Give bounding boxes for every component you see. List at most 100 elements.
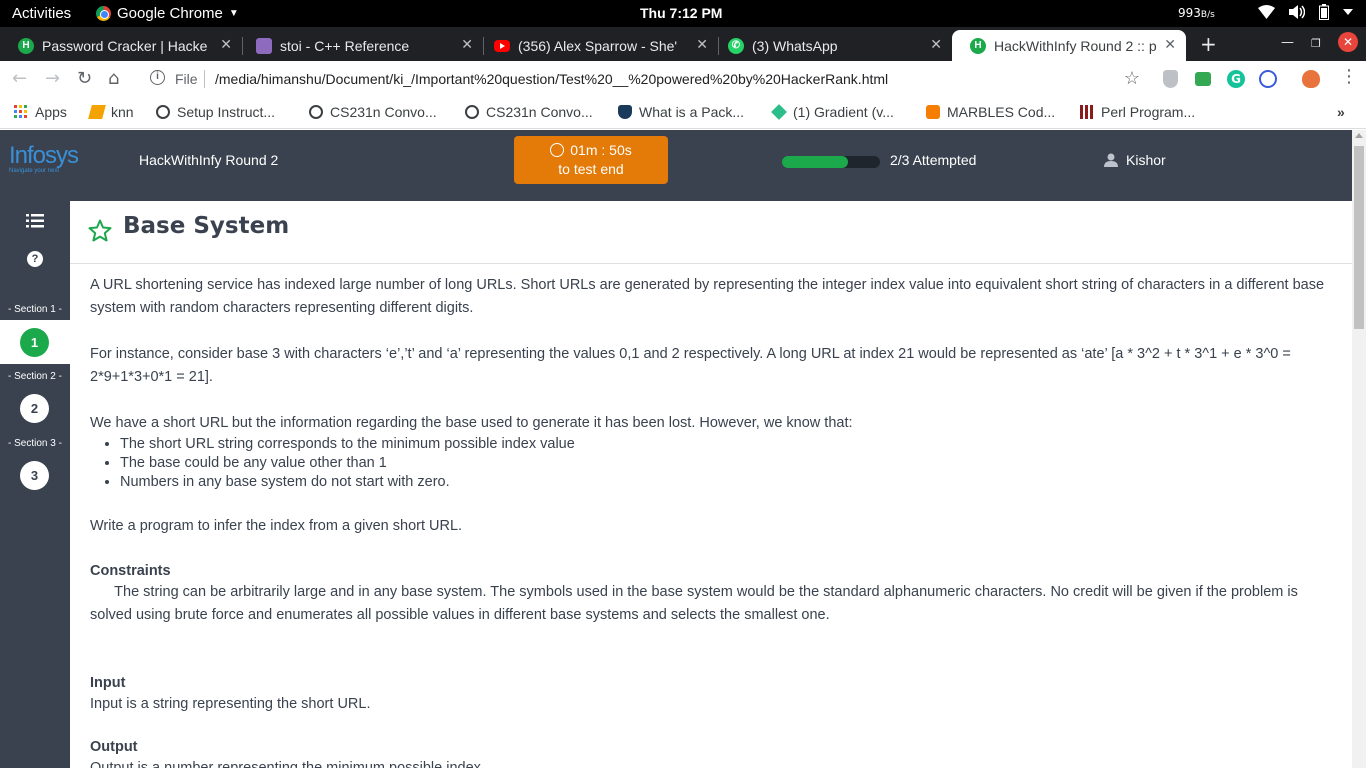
bookmark-star-icon[interactable]: ☆ — [1124, 68, 1140, 89]
assumption-list: The short URL string corresponds to the … — [120, 435, 1335, 492]
app-menu[interactable]: Google Chrome ▼ — [96, 5, 239, 22]
test-title: HackWithInfy Round 2 — [139, 152, 279, 168]
more-bookmarks-chevron-icon[interactable]: » — [1337, 104, 1345, 120]
close-window-button[interactable]: ✕ — [1338, 32, 1358, 52]
input-heading: Input — [90, 675, 126, 691]
tab-password-cracker[interactable]: H Password Cracker | Hacke ✕ — [0, 30, 242, 61]
power-menu-caret-icon — [1343, 9, 1353, 15]
tab-title: (356) Alex Sparrow - She' — [518, 37, 678, 54]
progress-fill — [782, 156, 848, 168]
cplusplus-favicon-icon — [256, 37, 272, 54]
tab-strip: H Password Cracker | Hacke ✕ stoi - C++ … — [0, 27, 1366, 61]
constraints-heading: Constraints — [90, 563, 171, 579]
url-text[interactable]: /media/himanshu/Document/ki_/Important%2… — [215, 71, 888, 87]
bookmark-label: What is a Pack... — [639, 104, 745, 120]
circle-extension-icon[interactable] — [1259, 70, 1277, 88]
section-2-button[interactable]: 2 — [20, 394, 49, 423]
bookmark-star-icon[interactable] — [88, 219, 112, 242]
constraints-text: The string can be arbitrarily large and … — [90, 584, 1302, 623]
section-1-item[interactable]: 1 — [0, 320, 70, 364]
bookmarks-bar: Apps knn Setup Instruct... CS231n Convo.… — [0, 97, 1366, 129]
tab-title: Password Cracker | Hacke — [42, 37, 208, 54]
minimize-window-button[interactable]: — — [1281, 35, 1294, 50]
question-paragraph: Write a program to infer the index from … — [90, 518, 463, 534]
close-tab-icon[interactable]: ✕ — [930, 36, 942, 53]
list-icon[interactable] — [26, 213, 44, 229]
home-icon[interactable]: ⌂ — [108, 68, 119, 89]
grammarly-extension-icon[interactable]: G — [1227, 70, 1245, 88]
bookmark-label: CS231n Convo... — [330, 104, 437, 120]
system-tray[interactable] — [1258, 4, 1353, 20]
section-label: - Section 3 - — [8, 438, 62, 449]
browser-toolbar: ← → ↻ ⌂ i File /media/himanshu/Document/… — [0, 61, 1366, 97]
blogger-favicon-icon — [926, 105, 940, 119]
scheme-label: File — [175, 71, 198, 87]
shield-extension-icon[interactable] — [1163, 70, 1178, 88]
bookmark-marbles[interactable]: MARBLES Cod... — [926, 104, 1055, 120]
profile-avatar-icon[interactable] — [1302, 70, 1320, 88]
logo-text: Infosys — [9, 142, 79, 169]
chrome-menu-icon[interactable]: ⋮ — [1340, 66, 1358, 87]
close-tab-icon[interactable]: ✕ — [461, 36, 473, 53]
chrome-icon — [96, 6, 111, 21]
tab-whatsapp[interactable]: ✆ (3) WhatsApp ✕ — [710, 30, 952, 61]
question-paragraph: A URL shortening service has indexed lar… — [90, 277, 1325, 316]
hackerrank-favicon-icon: H — [18, 37, 34, 54]
bookmark-gradient[interactable]: (1) Gradient (v... — [771, 104, 894, 120]
folder-icon — [88, 105, 106, 119]
app-name: Google Chrome — [117, 5, 223, 22]
scrollbar-thumb[interactable] — [1354, 146, 1364, 329]
bookmark-what-is-a-package[interactable]: What is a Pack... — [618, 104, 744, 120]
bookmark-cs231n-1[interactable]: CS231n Convo... — [309, 104, 437, 120]
bookmark-knn[interactable]: knn — [88, 104, 134, 120]
bookmark-perl-programming[interactable]: Perl Program... — [1080, 104, 1195, 120]
section-3-button[interactable]: 3 — [20, 461, 49, 490]
help-icon[interactable]: ? — [27, 251, 43, 267]
user-menu[interactable]: Kishor — [1104, 152, 1166, 168]
page-scrollbar[interactable] — [1352, 130, 1366, 768]
info-icon[interactable]: i — [150, 70, 165, 85]
bookmark-cs231n-2[interactable]: CS231n Convo... — [465, 104, 593, 120]
close-tab-icon[interactable]: ✕ — [220, 36, 232, 53]
section-1-button[interactable]: 1 — [20, 328, 49, 357]
question-header: Base System — [70, 201, 1352, 264]
inbox-extension-icon[interactable] — [1195, 72, 1211, 86]
attempted-count: 2/3 Attempted — [890, 152, 977, 168]
question-panel: Base System A URL shortening service has… — [70, 201, 1352, 768]
scroll-up-arrow-icon[interactable] — [1355, 133, 1363, 138]
bookmark-label: (1) Gradient (v... — [793, 104, 894, 120]
globe-icon — [156, 105, 170, 119]
clock[interactable]: Thu 7:12 PM — [640, 5, 722, 21]
globe-icon — [309, 105, 323, 119]
attempted-progress-bar — [782, 156, 880, 168]
reload-icon[interactable]: ↻ — [77, 68, 92, 89]
bookmark-label: Perl Program... — [1101, 104, 1196, 120]
apps-grid-icon — [14, 105, 27, 118]
question-paragraph: We have a short URL but the information … — [90, 415, 853, 431]
clock-icon — [550, 143, 565, 157]
bookmark-label: knn — [111, 104, 134, 120]
tab-title: stoi - C++ Reference — [280, 37, 410, 54]
timer-caption: to test end — [558, 161, 624, 177]
close-tab-icon[interactable]: ✕ — [696, 36, 708, 53]
bookmark-label: Setup Instruct... — [177, 104, 276, 120]
bookmark-setup-instructions[interactable]: Setup Instruct... — [156, 104, 275, 120]
network-speed: 993B/s — [1178, 6, 1215, 20]
tab-stoi-reference[interactable]: stoi - C++ Reference ✕ — [238, 30, 483, 61]
close-tab-icon[interactable]: ✕ — [1164, 36, 1176, 53]
activities-button[interactable]: Activities — [12, 5, 71, 22]
new-tab-button[interactable]: + — [1200, 32, 1217, 56]
tab-hackwithinfy-active[interactable]: H HackWithInfy Round 2 :: p ✕ — [952, 30, 1186, 61]
maximize-window-button[interactable]: ❐ — [1311, 37, 1321, 50]
forward-arrow-icon[interactable]: → — [45, 68, 60, 89]
list-item: The short URL string corresponds to the … — [120, 435, 1335, 454]
address-bar[interactable]: i File /media/himanshu/Document/ki_/Impo… — [140, 64, 1150, 94]
back-arrow-icon[interactable]: ← — [12, 68, 27, 89]
shield-favicon-icon — [618, 105, 632, 119]
network-speed-unit: B/s — [1200, 10, 1215, 20]
bookmark-apps[interactable]: Apps — [14, 104, 67, 120]
list-item: The base could be any value other than 1 — [120, 454, 1335, 473]
caret-down-icon: ▼ — [228, 8, 239, 19]
output-heading: Output — [90, 739, 138, 755]
tab-youtube[interactable]: (356) Alex Sparrow - She' ✕ — [476, 30, 718, 61]
